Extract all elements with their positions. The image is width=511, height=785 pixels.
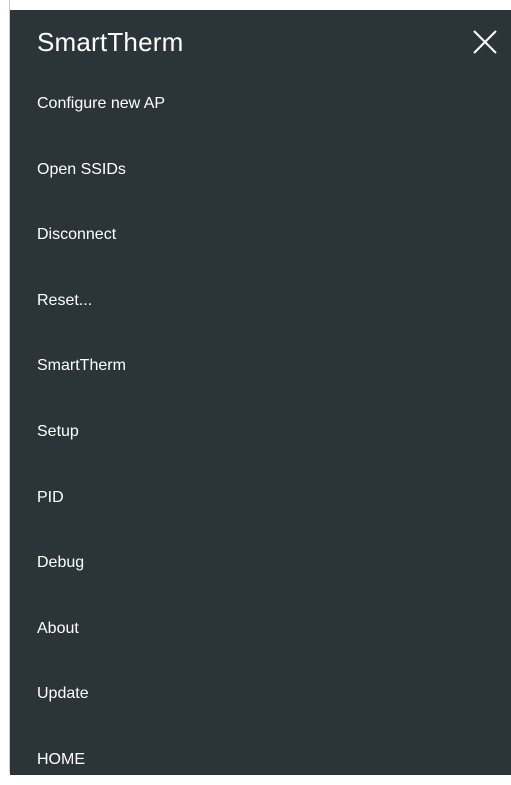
menu-item-label: Configure new AP: [37, 95, 166, 112]
close-icon: [473, 30, 497, 54]
menu-item-label: Setup: [37, 422, 79, 440]
drawer-header: SmartTherm: [10, 10, 511, 72]
menu-item-reset[interactable]: Reset...: [10, 277, 511, 343]
menu-item-label: About: [37, 619, 79, 637]
page-edge: [0, 0, 10, 772]
menu-item-label: HOME: [37, 750, 85, 768]
drawer-menu: Configure new AP Open SSIDs Disconnect R…: [10, 80, 511, 785]
menu-item-disconnect[interactable]: Disconnect: [10, 211, 511, 277]
menu-item-label: Disconnect: [37, 226, 117, 244]
menu-item-about[interactable]: About: [10, 605, 511, 671]
menu-item-home[interactable]: HOME: [10, 736, 511, 785]
menu-item-update[interactable]: Update: [10, 670, 511, 736]
menu-item-label: Update: [37, 685, 89, 703]
menu-item-open-ssids[interactable]: Open SSIDs: [10, 146, 511, 212]
menu-item-label: SmartTherm: [37, 357, 126, 375]
menu-item-pid[interactable]: PID: [10, 474, 511, 540]
menu-item-label: Reset...: [37, 291, 93, 309]
menu-item-label: Debug: [37, 554, 85, 572]
drawer-title: SmartTherm: [37, 27, 184, 57]
menu-item-configure-new-ap[interactable]: Configure new AP: [10, 80, 511, 146]
menu-item-smarttherm[interactable]: SmartTherm: [10, 342, 511, 408]
menu-item-debug[interactable]: Debug: [10, 539, 511, 605]
menu-item-setup[interactable]: Setup: [10, 408, 511, 474]
navigation-drawer: SmartTherm Configure new AP Open SSIDs D…: [10, 10, 511, 775]
menu-item-label: PID: [37, 488, 64, 506]
menu-item-label: Open SSIDs: [37, 160, 126, 178]
close-button[interactable]: [470, 27, 500, 57]
